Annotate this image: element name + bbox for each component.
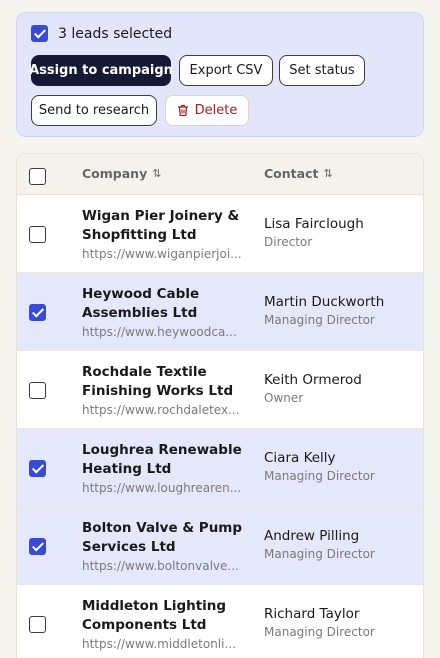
contact-role: Managing Director [264, 313, 375, 327]
company-name[interactable]: Heywood Cable Assemblies Ltd [82, 285, 247, 323]
company-name-line1: Middleton Lighting [82, 598, 227, 614]
company-name[interactable]: Rochdale Textile Finishing Works Ltd [82, 363, 247, 401]
contact-cell: Martin Duckworth Managing Director [264, 293, 414, 327]
sort-icon: ⇅ [323, 167, 333, 180]
company-url[interactable]: https://www.wiganpierjoi... [82, 247, 242, 261]
company-name-line1: Wigan Pier Joinery & [82, 208, 240, 224]
table-header: Company ⇅ Contact ⇅ [17, 154, 423, 195]
table-row[interactable]: Bolton Valve & Pump Services Ltd https:/… [17, 507, 423, 585]
table-row[interactable]: Wigan Pier Joinery & Shopfitting Ltd htt… [17, 195, 423, 273]
company-name[interactable]: Middleton Lighting Components Ltd [82, 597, 247, 635]
row-checkbox[interactable] [29, 460, 46, 477]
table-row[interactable]: Middleton Lighting Components Ltd https:… [17, 585, 423, 658]
export-csv-button[interactable]: Export CSV [179, 55, 273, 86]
row-checkbox[interactable] [29, 226, 46, 243]
column-header-company[interactable]: Company ⇅ [82, 166, 161, 181]
company-url[interactable]: https://www.heywoodca... [82, 325, 242, 339]
company-url[interactable]: https://www.boltonvalve... [82, 559, 242, 573]
table-row[interactable]: Rochdale Textile Finishing Works Ltd htt… [17, 351, 423, 429]
company-name-line2: Components Ltd [82, 617, 207, 633]
leads-table: Company ⇅ Contact ⇅ Wigan Pier Joinery &… [16, 153, 424, 658]
company-url[interactable]: https://www.loughrearen... [82, 481, 242, 495]
row-checkbox[interactable] [29, 538, 46, 555]
company-name[interactable]: Wigan Pier Joinery & Shopfitting Ltd [82, 207, 247, 245]
select-all-checkbox-bulk[interactable] [31, 25, 48, 42]
contact-name: Lisa Fairclough [264, 216, 364, 232]
assign-to-campaign-button[interactable]: Assign to campaign [29, 55, 173, 86]
company-name-line2: Shopfitting Ltd [82, 227, 197, 243]
contact-cell: Richard Taylor Managing Director [264, 605, 414, 639]
contact-name: Andrew Pilling [264, 528, 360, 544]
company-cell: Rochdale Textile Finishing Works Ltd htt… [82, 363, 247, 417]
company-cell: Loughrea Renewable Heating Ltd https://w… [82, 441, 247, 495]
contact-role: Managing Director [264, 625, 375, 639]
contact-role: Managing Director [264, 547, 375, 561]
column-header-contact[interactable]: Contact ⇅ [264, 166, 333, 181]
bulk-action-bar: 3 leads selected Assign to campaign Expo… [16, 12, 424, 137]
contact-role: Owner [264, 391, 304, 405]
selected-count-label: 3 leads selected [58, 25, 173, 42]
contact-name: Keith Ormerod [264, 372, 362, 388]
select-all-checkbox[interactable] [29, 168, 46, 185]
company-cell: Heywood Cable Assemblies Ltd https://www… [82, 285, 247, 339]
company-name-line2: Heating Ltd [82, 461, 172, 477]
contact-name: Martin Duckworth [264, 294, 385, 310]
contact-name: Richard Taylor [264, 606, 360, 622]
company-name-line2: Services Ltd [82, 539, 176, 555]
company-name-line2: Assemblies Ltd [82, 305, 198, 321]
table-row[interactable]: Loughrea Renewable Heating Ltd https://w… [17, 429, 423, 507]
company-name-line1: Heywood Cable [82, 286, 200, 302]
company-cell: Wigan Pier Joinery & Shopfitting Ltd htt… [82, 207, 247, 261]
row-checkbox[interactable] [29, 304, 46, 321]
company-name-line1: Bolton Valve & Pump [82, 520, 243, 536]
contact-role: Director [264, 235, 313, 249]
company-name-line1: Rochdale Textile [82, 364, 207, 380]
company-cell: Bolton Valve & Pump Services Ltd https:/… [82, 519, 247, 573]
company-cell: Middleton Lighting Components Ltd https:… [82, 597, 247, 651]
column-header-contact-label: Contact [264, 166, 319, 181]
sort-icon: ⇅ [152, 167, 162, 180]
send-to-research-button[interactable]: Send to research [31, 95, 157, 126]
contact-cell: Lisa Fairclough Director [264, 215, 414, 249]
delete-button[interactable]: Delete [165, 95, 249, 126]
contact-cell: Ciara Kelly Managing Director [264, 449, 414, 483]
trash-icon [177, 104, 188, 117]
delete-label: Delete [194, 103, 238, 118]
company-name-line2: Finishing Works Ltd [82, 383, 234, 399]
company-url[interactable]: https://www.rochdaletex... [82, 403, 242, 417]
contact-name: Ciara Kelly [264, 450, 336, 466]
row-checkbox[interactable] [29, 382, 46, 399]
selection-summary: 3 leads selected [31, 25, 172, 42]
contact-role: Managing Director [264, 469, 375, 483]
company-name-line1: Loughrea Renewable [82, 442, 242, 458]
contact-cell: Keith Ormerod Owner [264, 371, 414, 405]
column-header-company-label: Company [82, 166, 148, 181]
contact-cell: Andrew Pilling Managing Director [264, 527, 414, 561]
row-checkbox[interactable] [29, 616, 46, 633]
company-name[interactable]: Bolton Valve & Pump Services Ltd [82, 519, 247, 557]
table-row[interactable]: Heywood Cable Assemblies Ltd https://www… [17, 273, 423, 351]
set-status-button[interactable]: Set status [279, 55, 365, 86]
company-name[interactable]: Loughrea Renewable Heating Ltd [82, 441, 247, 479]
company-url[interactable]: https://www.middletonli... [82, 637, 242, 651]
